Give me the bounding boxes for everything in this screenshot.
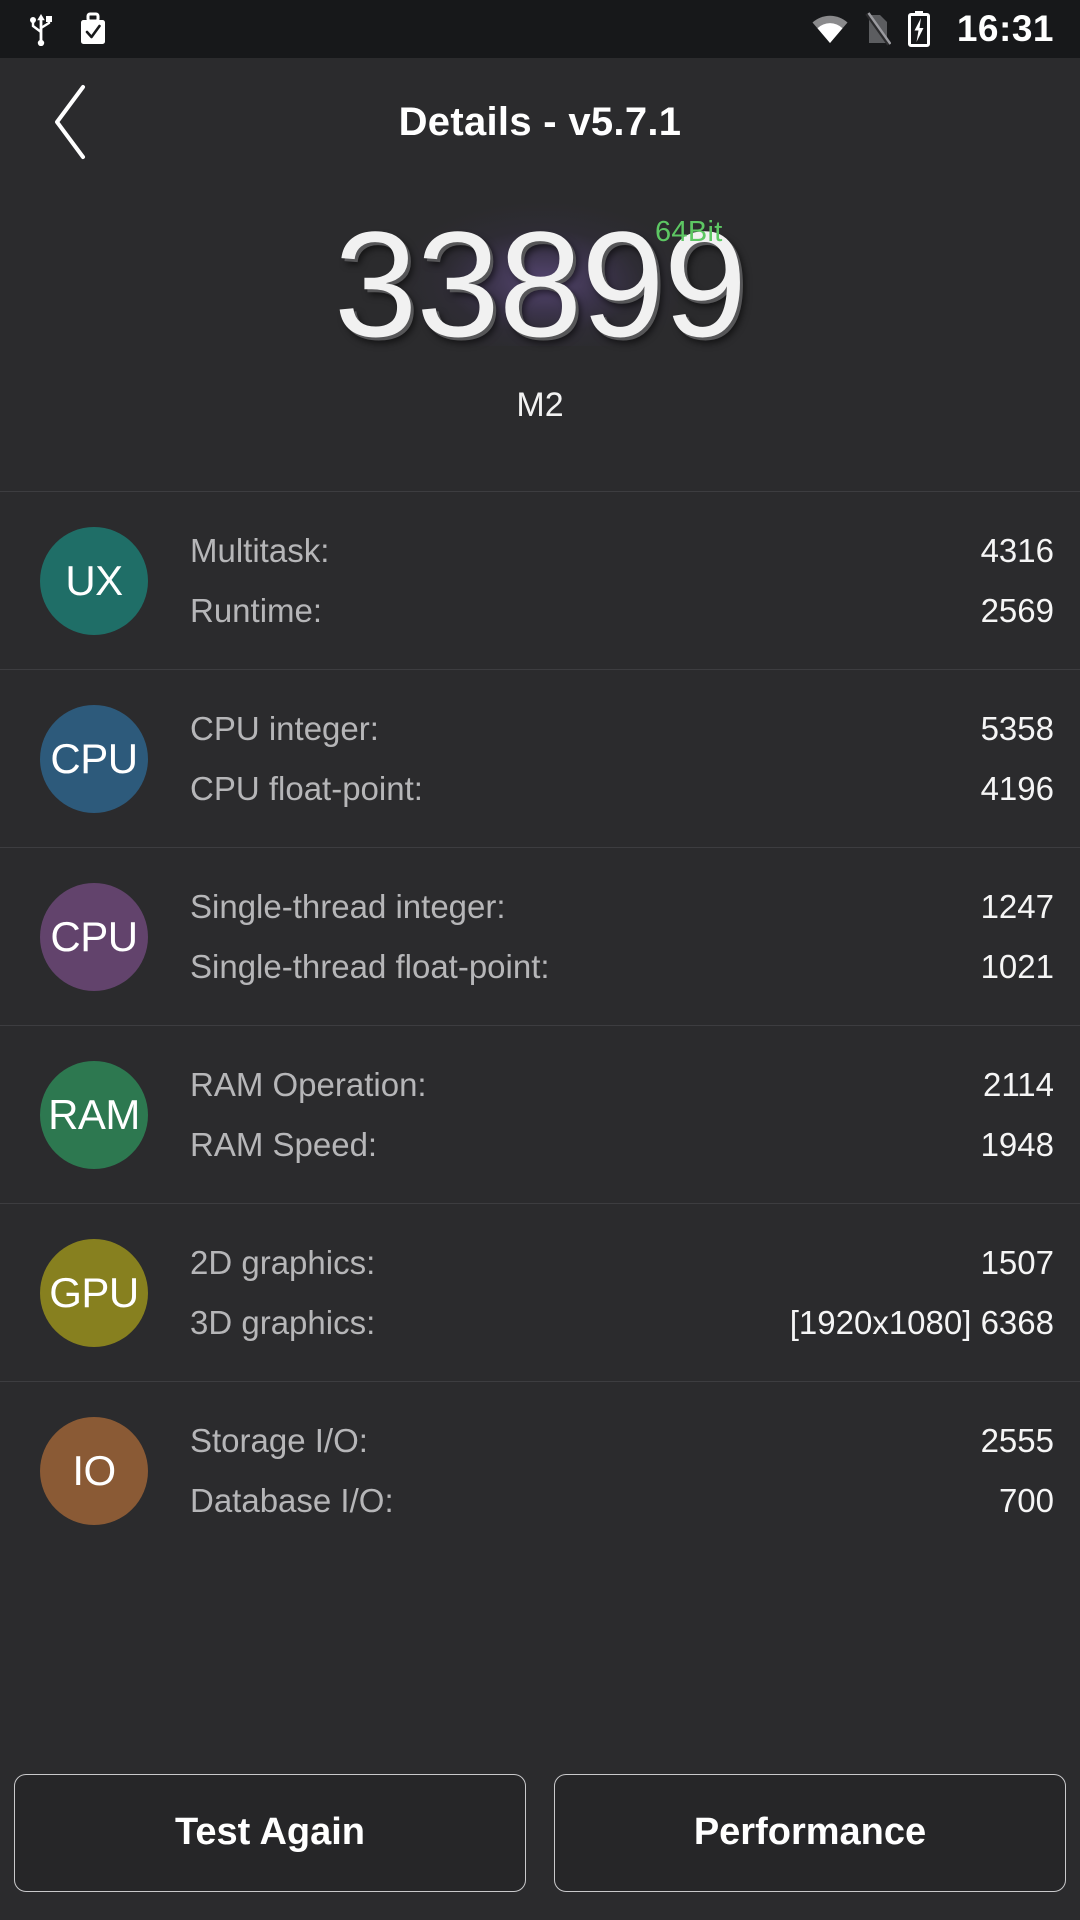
back-button[interactable] — [28, 79, 114, 165]
metric-row: RAM Speed: 1948 — [190, 1115, 1054, 1175]
metric-group: CPU integer: 5358 CPU float-point: 4196 — [190, 670, 1054, 847]
metric-label: 2D graphics: — [190, 1243, 376, 1281]
table-row[interactable]: GPU 2D graphics: 1507 3D graphics: [1920… — [0, 1204, 1080, 1382]
metric-label: RAM Speed: — [190, 1125, 378, 1163]
metric-row: Single-thread integer: 1247 — [190, 877, 1054, 937]
metric-value: 2555 — [980, 1422, 1054, 1459]
usb-icon — [26, 12, 56, 46]
category-badge-gpu: GPU — [40, 1238, 148, 1347]
metric-row: RAM Operation: 2114 — [190, 1055, 1054, 1115]
table-row[interactable]: IO Storage I/O: 2555 Database I/O: 700 — [0, 1382, 1080, 1560]
benchmark-list: UX Multitask: 4316 Runtime: 2569 CPU CPU… — [0, 491, 1080, 1745]
metric-row: Database I/O: 700 — [190, 1471, 1054, 1531]
metric-row: CPU integer: 5358 — [190, 699, 1054, 759]
metric-label: Runtime: — [190, 591, 323, 629]
metric-row: Single-thread float-point: 1021 — [190, 937, 1054, 997]
metric-label: Single-thread integer: — [190, 887, 506, 925]
metric-group: RAM Operation: 2114 RAM Speed: 1948 — [190, 1026, 1054, 1203]
sim-off-icon — [865, 12, 891, 46]
metric-row: 3D graphics: [1920x1080] 6368 — [190, 1293, 1054, 1353]
metric-value: 4196 — [980, 769, 1054, 807]
page-title: Details - v5.7.1 — [398, 99, 682, 144]
metric-value: [1920x1080] 6368 — [789, 1303, 1054, 1341]
metric-value: 1948 — [980, 1125, 1054, 1163]
metric-label: Storage I/O: — [190, 1422, 368, 1459]
performance-button[interactable]: Performance — [554, 1773, 1066, 1892]
battery-charging-icon — [907, 11, 931, 47]
metric-row: CPU float-point: 4196 — [190, 759, 1054, 819]
device-name: M2 — [516, 386, 564, 424]
work-profile-badge-icon — [78, 12, 108, 46]
status-bar-right-icons: 16:31 — [811, 8, 1054, 50]
metric-label: 3D graphics: — [190, 1303, 376, 1341]
metric-label: CPU float-point: — [190, 769, 423, 807]
category-badge-ram: RAM — [40, 1060, 148, 1169]
metric-value: 1247 — [980, 887, 1054, 925]
score-row: 33899 64Bit — [0, 204, 1080, 364]
metric-label: CPU integer: — [190, 709, 379, 747]
app-header: Details - v5.7.1 — [0, 58, 1080, 186]
test-again-button[interactable]: Test Again — [14, 1773, 526, 1892]
bottom-action-bar: Test Again Performance — [0, 1745, 1080, 1920]
wifi-icon — [811, 13, 849, 45]
metric-group: Multitask: 4316 Runtime: 2569 — [190, 492, 1054, 669]
category-badge-cpu: CPU — [40, 704, 148, 813]
category-badge-io: IO — [40, 1417, 148, 1525]
table-row[interactable]: CPU CPU integer: 5358 CPU float-point: 4… — [0, 670, 1080, 848]
status-bar-left-icons — [26, 12, 108, 46]
metric-value: 1021 — [980, 947, 1054, 985]
metric-label: Database I/O: — [190, 1482, 394, 1519]
metric-value: 2569 — [980, 591, 1054, 629]
table-row[interactable]: UX Multitask: 4316 Runtime: 2569 — [0, 492, 1080, 670]
metric-group: 2D graphics: 1507 3D graphics: [1920x108… — [190, 1204, 1054, 1381]
metric-group: Storage I/O: 2555 Database I/O: 700 — [190, 1382, 1054, 1560]
metric-row: Runtime: 2569 — [190, 581, 1054, 641]
metric-row: 2D graphics: 1507 — [190, 1233, 1054, 1293]
metric-row: Storage I/O: 2555 — [190, 1411, 1054, 1471]
metric-group: Single-thread integer: 1247 Single-threa… — [190, 848, 1054, 1025]
antutu-details-screen: 16:31 Details - v5.7.1 33899 64Bit M2 UX… — [0, 0, 1080, 1920]
metric-value: 4316 — [980, 531, 1054, 569]
chevron-left-icon — [55, 85, 85, 159]
metric-value: 2114 — [983, 1065, 1054, 1103]
category-badge-ux: UX — [40, 526, 148, 635]
metric-value: 1507 — [980, 1243, 1054, 1281]
metric-value: 700 — [998, 1482, 1054, 1519]
metric-label: Multitask: — [190, 531, 330, 569]
table-row[interactable]: CPU Single-thread integer: 1247 Single-t… — [0, 848, 1080, 1026]
metric-label: RAM Operation: — [190, 1065, 427, 1103]
category-badge-cpu-single: CPU — [40, 882, 148, 991]
status-bar: 16:31 — [0, 0, 1080, 58]
bit-badge: 64Bit — [655, 216, 723, 248]
metric-row: Multitask: 4316 — [190, 521, 1054, 581]
overall-score-block: 33899 64Bit M2 — [0, 186, 1080, 491]
table-row[interactable]: RAM RAM Operation: 2114 RAM Speed: 1948 — [0, 1026, 1080, 1204]
status-bar-clock: 16:31 — [956, 8, 1054, 49]
metric-label: Single-thread float-point: — [190, 947, 550, 985]
metric-value: 5358 — [980, 709, 1054, 747]
